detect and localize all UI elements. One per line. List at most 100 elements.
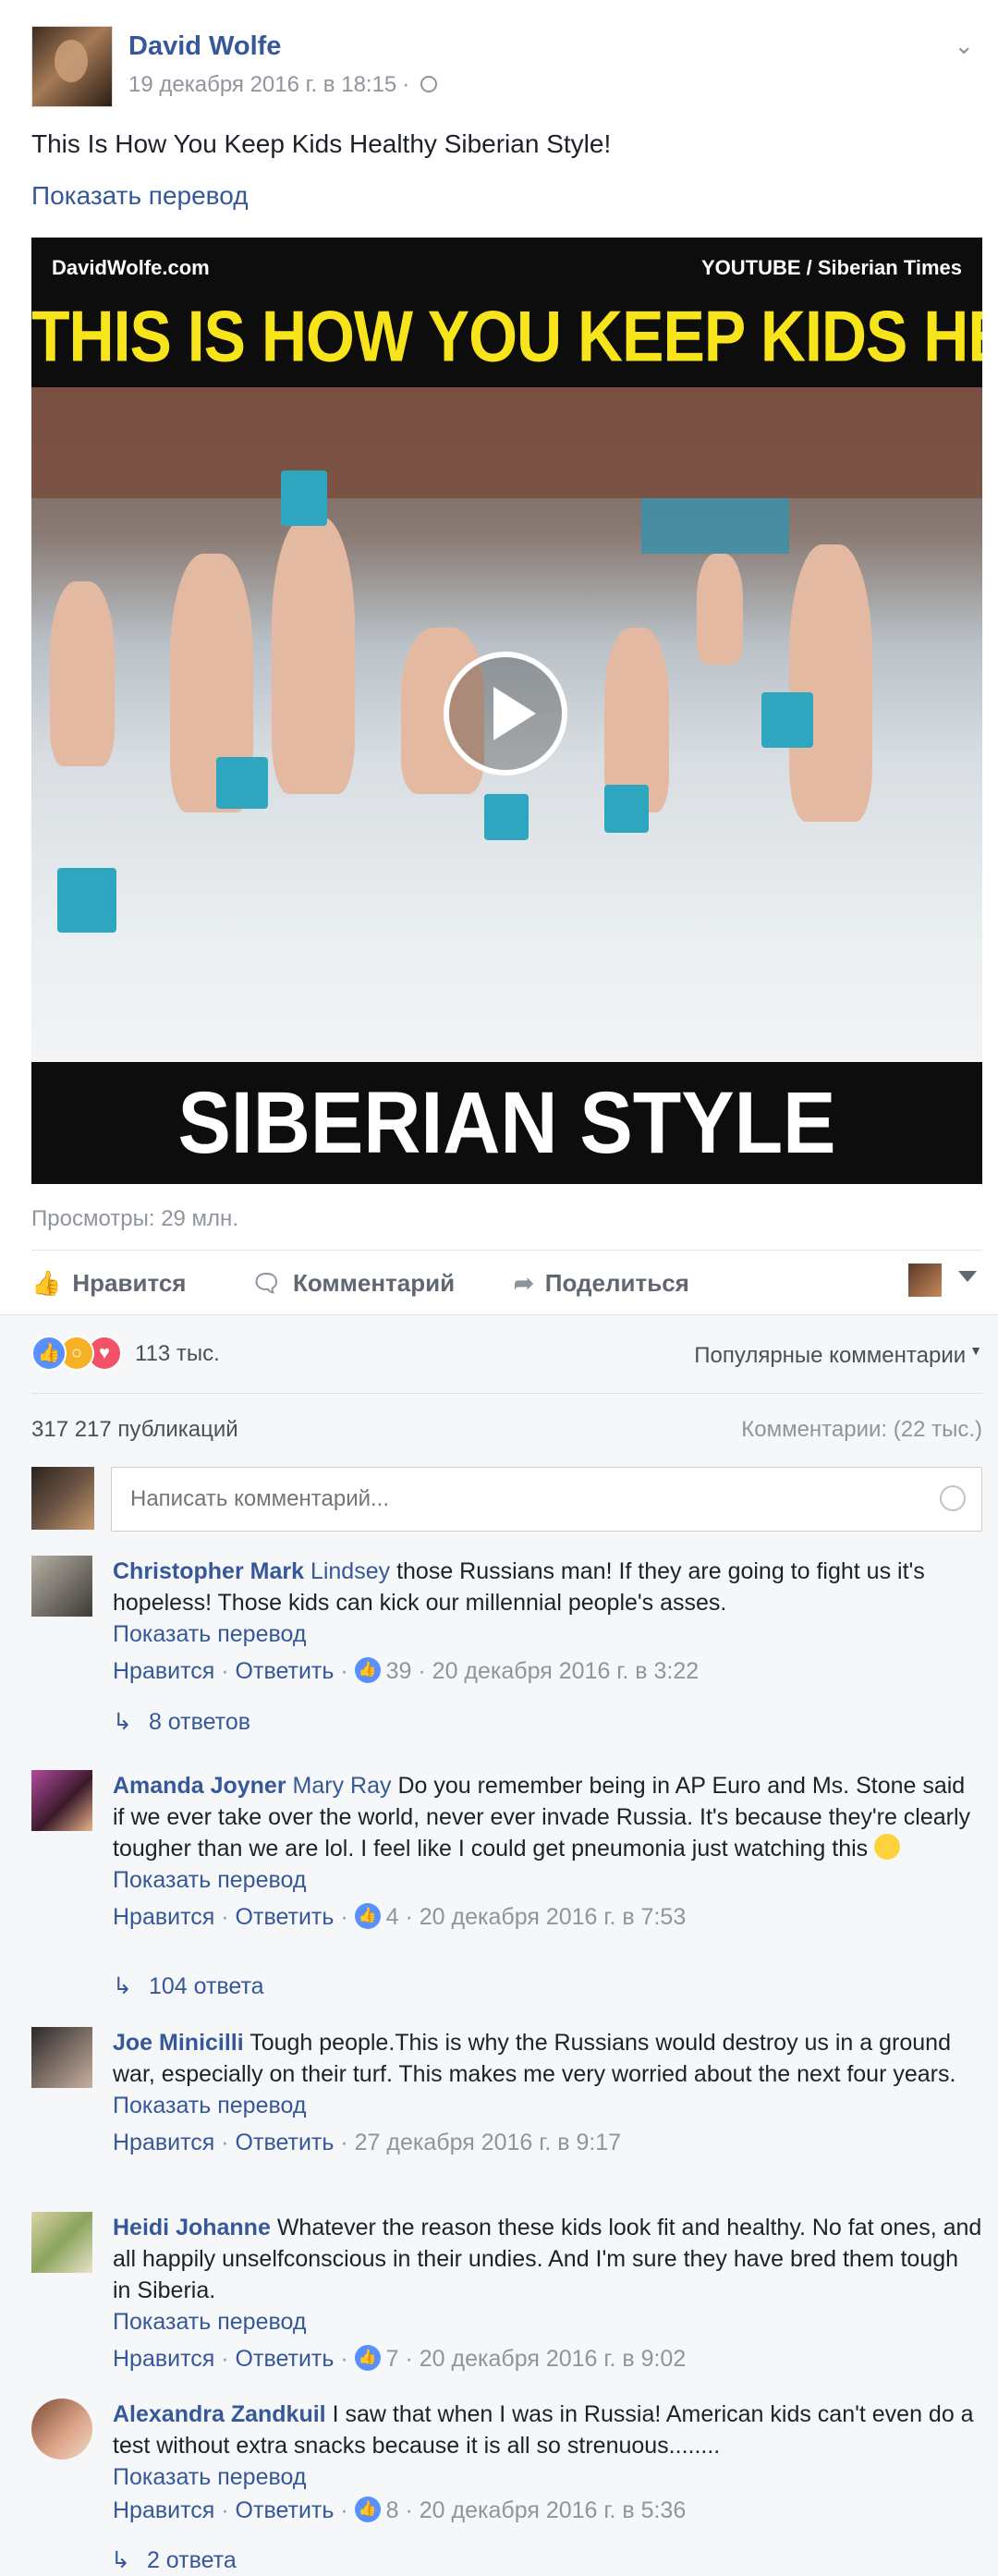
author-avatar[interactable] <box>31 26 113 107</box>
comment-button[interactable]: 🗨 Комментарий <box>251 1269 455 1298</box>
commenter-avatar[interactable] <box>31 2399 92 2460</box>
comment-like-link[interactable]: Нравится <box>113 2346 214 2372</box>
like-count-icon: 👍 <box>354 1903 381 1930</box>
post-header: David Wolfe 19 декабря 2016 г. в 18:15 · … <box>31 26 974 109</box>
show-translation-link[interactable]: Показать перевод <box>31 181 249 211</box>
comment-body: Amanda Joyner Mary Ray Do you remember b… <box>113 1770 982 1933</box>
reply-arrow-icon: ↳ <box>113 1973 132 1999</box>
chevron-down-icon[interactable]: ⌄ <box>954 31 974 60</box>
comment-time[interactable]: 20 декабря 2016 г. в 9:02 <box>420 2346 686 2372</box>
commenter-avatar[interactable] <box>31 2027 92 2088</box>
replies-count: 104 ответа <box>148 1973 264 1999</box>
commenter-name[interactable]: Christopher Mark <box>113 1558 304 1584</box>
comment-like-link[interactable]: Нравится <box>113 1658 214 1684</box>
comment-time[interactable]: 20 декабря 2016 г. в 7:53 <box>420 1904 686 1930</box>
video-player[interactable]: DavidWolfe.com YOUTUBE / Siberian Times … <box>31 238 982 1184</box>
video-caption: SIBERIAN STYLE <box>177 1074 836 1172</box>
show-translation-link[interactable]: Показать перевод <box>113 1618 982 1650</box>
comment-like-count[interactable]: 8 <box>386 2497 399 2523</box>
play-icon[interactable] <box>444 652 567 775</box>
view-replies-link[interactable]: ↳ 104 ответа <box>113 1972 264 2000</box>
page-selector-avatar[interactable] <box>908 1264 942 1297</box>
like-count-icon: 👍 <box>354 2345 381 2372</box>
post-card: David Wolfe 19 декабря 2016 г. в 18:15 · … <box>0 0 998 2576</box>
like-label: Нравится <box>72 1269 187 1297</box>
comment-reply-link[interactable]: Ответить <box>236 1904 335 1930</box>
comment-reply-link[interactable]: Ответить <box>236 2346 335 2372</box>
comment-like-count[interactable]: 39 <box>386 1658 412 1684</box>
show-translation-link[interactable]: Показать перевод <box>113 1864 982 1896</box>
laughing-emoji-icon <box>874 1834 901 1861</box>
share-count[interactable]: 317 217 публикаций <box>31 1417 238 1443</box>
stats-row: 317 217 публикаций Комментарии: (22 тыс.… <box>31 1411 982 1448</box>
tagged-user[interactable]: Mary Ray <box>293 1773 392 1799</box>
comment-like-link[interactable]: Нравится <box>113 1904 214 1930</box>
comment-like-count[interactable]: 4 <box>386 1904 399 1930</box>
commenter-name[interactable]: Heidi Johanne <box>113 2215 271 2240</box>
reactions-and-comments: 👍 ○ ♥ 113 тыс. Популярные комментарии ▼ 3… <box>0 1314 998 2576</box>
show-translation-link[interactable]: Показать перевод <box>113 2090 982 2121</box>
current-user-avatar <box>31 1467 94 1530</box>
view-replies-link[interactable]: ↳ 8 ответов <box>113 1708 250 1736</box>
video-headline: THIS IS HOW YOU KEEP KIDS HEALTHY <box>31 296 982 377</box>
comment-body: Heidi Johanne Whatever the reason these … <box>113 2212 982 2375</box>
comment-like-link[interactable]: Нравится <box>113 2497 214 2523</box>
commenter-avatar[interactable] <box>31 1770 92 1831</box>
thumbs-up-icon: 👍 <box>31 1269 62 1297</box>
post-timestamp[interactable]: 19 декабря 2016 г. в 18:15 <box>128 72 396 97</box>
comment-time[interactable]: 20 декабря 2016 г. в 5:36 <box>420 2497 686 2523</box>
reaction-count[interactable]: 113 тыс. <box>135 1341 220 1367</box>
comment-time[interactable]: 20 декабря 2016 г. в 3:22 <box>432 1658 699 1684</box>
video-watermark-left: DavidWolfe.com <box>52 256 210 279</box>
action-bar: 👍 Нравится 🗨 Комментарий ➦ Поделиться <box>31 1250 982 1315</box>
tagged-user[interactable]: Lindsey <box>310 1558 390 1584</box>
commenter-name[interactable]: Alexandra Zandkuil <box>113 2401 326 2427</box>
view-replies-link[interactable]: ↳ 2 ответа <box>111 2546 237 2574</box>
comment-like-count[interactable]: 7 <box>386 2346 399 2372</box>
comment-meta: Нравится · Ответить · 👍 7 · 20 декабря 20… <box>113 2345 687 2372</box>
reply-arrow-icon: ↳ <box>113 1709 132 1735</box>
like-count-icon: 👍 <box>354 2497 381 2523</box>
post-meta: 19 декабря 2016 г. в 18:15 · <box>128 72 438 98</box>
post-text: This Is How You Keep Kids Healthy Siberi… <box>31 129 612 158</box>
comment-icon: 🗨 <box>251 1269 283 1297</box>
like-button[interactable]: 👍 Нравится <box>31 1269 186 1298</box>
write-comment-row <box>31 1465 982 1533</box>
comment-reply-link[interactable]: Ответить <box>236 2497 335 2523</box>
comment-meta: Нравится · Ответить · 👍 39 · 20 декабря 2… <box>113 1657 700 1684</box>
comment-reply-link[interactable]: Ответить <box>236 1658 335 1684</box>
share-button[interactable]: ➦ Поделиться <box>514 1269 689 1298</box>
comment-label: Комментарий <box>293 1269 456 1297</box>
popular-comments-dropdown[interactable]: Популярные комментарии ▼ <box>694 1343 982 1369</box>
popular-comments-label: Популярные комментарии <box>694 1343 967 1368</box>
reply-arrow-icon: ↳ <box>111 2547 130 2573</box>
like-count-icon: 👍 <box>354 1657 381 1684</box>
like-reaction-icon[interactable]: 👍 <box>31 1336 67 1371</box>
comment-count: Комментарии: (22 тыс.) <box>741 1417 982 1442</box>
commenter-name[interactable]: Joe Minicilli <box>113 2030 244 2056</box>
commenter-avatar[interactable] <box>31 2212 92 2273</box>
comment-like-link[interactable]: Нравится <box>113 2130 214 2155</box>
comment-meta: Нравится · Ответить · 👍 8 · 20 декабря 20… <box>113 2497 687 2523</box>
show-translation-link[interactable]: Показать перевод <box>113 2306 982 2338</box>
author-name[interactable]: David Wolfe <box>128 31 281 62</box>
commenter-avatar[interactable] <box>31 1556 92 1617</box>
comment-body: Alexandra Zandkuil I saw that when I was… <box>113 2399 982 2526</box>
comment-meta: Нравится · Ответить · 27 декабря 2016 г.… <box>113 2130 622 2155</box>
emoji-icon[interactable] <box>940 1485 966 1511</box>
divider <box>31 1393 982 1394</box>
share-icon: ➦ <box>514 1269 534 1297</box>
comment-time[interactable]: 27 декабря 2016 г. в 9:17 <box>355 2130 621 2155</box>
replies-count: 2 ответа <box>146 2547 237 2573</box>
comment-input[interactable] <box>111 1467 982 1532</box>
caret-down-icon[interactable] <box>958 1271 977 1282</box>
share-label: Поделиться <box>544 1269 689 1297</box>
globe-icon <box>420 75 438 92</box>
caret-down-icon: ▼ <box>969 1343 982 1358</box>
video-watermark-right: YOUTUBE / Siberian Times <box>700 256 962 279</box>
comment-reply-link[interactable]: Ответить <box>236 2130 335 2155</box>
show-translation-link[interactable]: Показать перевод <box>113 2461 982 2493</box>
comment-body: Christopher Mark Lindsey those Russians … <box>113 1556 982 1687</box>
commenter-name[interactable]: Amanda Joyner <box>113 1773 286 1799</box>
comment-meta: Нравится · Ответить · 👍 4 · 20 декабря 20… <box>113 1903 687 1930</box>
